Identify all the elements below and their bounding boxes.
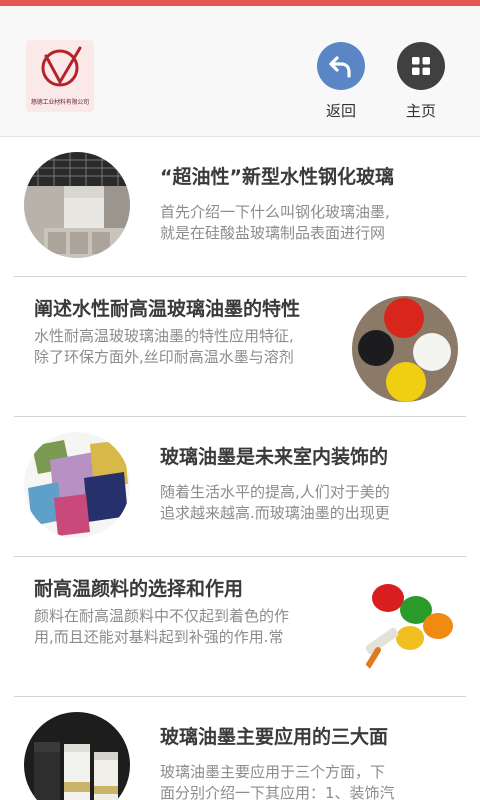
list-divider: [14, 696, 466, 697]
article-description: 首先介绍一下什么叫钢化玻璃油墨, 就是在硅酸盐玻璃制品表面进行网: [160, 203, 390, 242]
logo-company-name: 慈德工业材料有限公司: [30, 99, 89, 106]
article-title: 阐述水性耐高温玻璃油墨的特性: [34, 298, 301, 320]
list-divider: [14, 556, 466, 557]
logo-emblem-icon: [41, 46, 82, 87]
article-thumbnail: [24, 152, 130, 258]
article-item[interactable]: 耐高温颜料的选择和作用 颜料在耐高温颜料中不仅起到着色的作 用,而且还能对基料起…: [0, 558, 480, 698]
home-button[interactable]: 主页: [391, 42, 451, 121]
article-item[interactable]: 玻璃油墨是未来室内装饰的 随着生活水平的提高,人们对于美的 追求越来越高.而玻璃…: [0, 418, 480, 558]
article-description: 随着生活水平的提高,人们对于美的 追求越来越高.而玻璃油墨的出现更: [160, 483, 390, 522]
undo-arrow-icon: [317, 42, 365, 90]
article-thumbnail: [24, 712, 130, 800]
article-title: “超油性”新型水性钢化玻璃: [160, 166, 394, 188]
article-item[interactable]: 阐述水性耐高温玻璃油墨的特性 水性耐高温玻玻璃油墨的特性应用特征, 除了环保方面…: [0, 278, 480, 418]
article-title: 耐高温颜料的选择和作用: [34, 578, 244, 600]
article-description: 水性耐高温玻玻璃油墨的特性应用特征, 除了环保方面外,丝印耐高温水墨与溶剂: [34, 327, 294, 366]
header-bar: 慈德工业材料有限公司 返回 主页: [0, 6, 480, 137]
article-item[interactable]: 玻璃油墨主要应用的三大面 玻璃油墨主要应用于三个方面，下 面分别介绍一下其应用：…: [0, 698, 480, 800]
article-thumbnail: [24, 432, 130, 538]
article-thumbnail: [352, 296, 458, 402]
article-title: 玻璃油墨主要应用的三大面: [160, 726, 389, 748]
grid-icon: [397, 42, 445, 90]
back-button[interactable]: 返回: [311, 42, 371, 121]
list-divider: [14, 276, 466, 277]
article-description: 颜料在耐高温颜料中不仅起到着色的作 用,而且还能对基料起到补强的作用.常: [34, 607, 290, 646]
home-label: 主页: [405, 102, 436, 120]
article-thumbnail: [352, 576, 458, 682]
article-item[interactable]: “超油性”新型水性钢化玻璃 首先介绍一下什么叫钢化玻璃油墨, 就是在硅酸盐玻璃制…: [0, 138, 480, 278]
article-title: 玻璃油墨是未来室内装饰的: [160, 446, 389, 468]
list-divider: [14, 416, 466, 417]
company-logo: 慈德工业材料有限公司: [26, 40, 94, 112]
back-label: 返回: [325, 102, 356, 120]
article-description: 玻璃油墨主要应用于三个方面，下 面分别介绍一下其应用：1、装饰汽: [160, 763, 395, 800]
